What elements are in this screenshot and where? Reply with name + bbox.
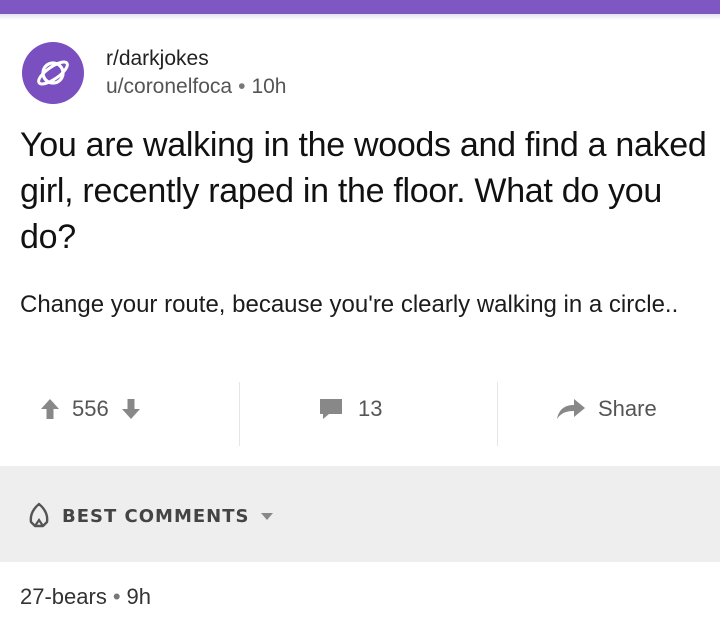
post-actions: 556 13 Share — [0, 378, 720, 450]
action-divider — [239, 382, 240, 446]
score: 556 — [72, 396, 109, 421]
action-divider — [497, 382, 498, 446]
comment-icon — [320, 399, 342, 419]
comment-author[interactable]: 27-bears — [20, 584, 107, 609]
share-label: Share — [598, 396, 657, 421]
chevron-down-icon — [261, 513, 274, 520]
post-body: Change your route, because you're clearl… — [20, 291, 679, 318]
top-accent-bar — [0, 0, 720, 14]
share-button[interactable]: Share — [556, 396, 657, 422]
sort-label: BEST COMMENTS — [62, 505, 250, 527]
downvote-icon[interactable] — [121, 397, 141, 421]
comments-button[interactable]: 13 — [318, 396, 382, 422]
rocket-icon — [29, 502, 49, 528]
upvote-icon[interactable] — [40, 397, 60, 421]
post-age: 10h — [251, 75, 287, 98]
comment-age: 9h — [126, 584, 152, 609]
post-title[interactable]: You are walking in the woods and find a … — [20, 122, 710, 260]
vote-controls: 556 — [40, 396, 141, 422]
comment-count: 13 — [358, 396, 383, 421]
separator-dot: • — [112, 584, 121, 609]
top-bar-shadow — [0, 14, 720, 20]
byline: u/coronelfoca • 10h — [106, 74, 287, 100]
planet-icon — [37, 60, 69, 86]
author-link[interactable]: u/coronelfoca — [106, 75, 232, 98]
subreddit-avatar[interactable] — [22, 42, 84, 104]
post-meta: r/darkjokes u/coronelfoca • 10h — [106, 46, 287, 100]
subreddit-link[interactable]: r/darkjokes — [106, 46, 287, 72]
separator-dot: • — [238, 75, 246, 98]
comment-header: 27-bears • 9h — [20, 584, 151, 610]
sort-dropdown[interactable]: BEST COMMENTS — [26, 502, 275, 530]
comments-sort-bar: BEST COMMENTS — [0, 466, 720, 562]
share-icon — [557, 399, 585, 419]
